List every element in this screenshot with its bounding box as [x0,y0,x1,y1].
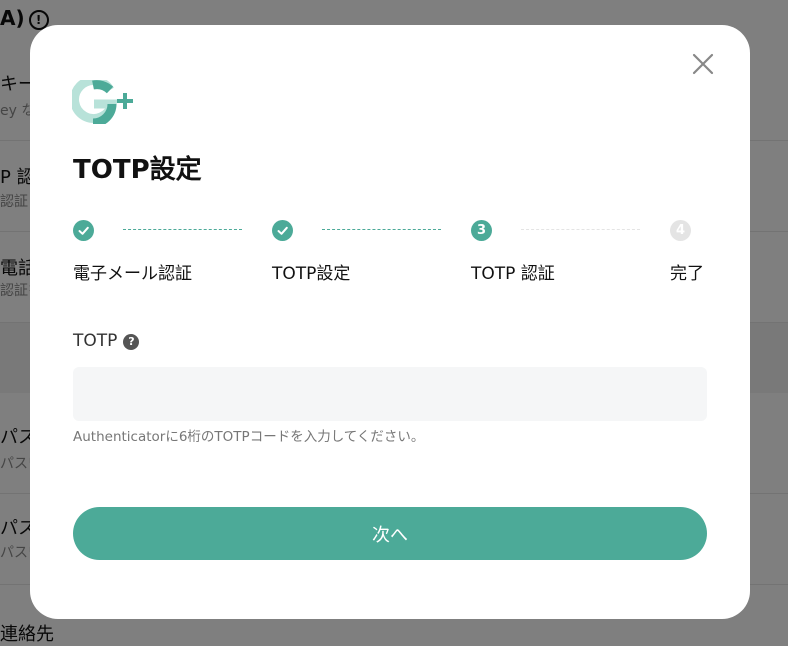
step-2-label: TOTP設定 [272,264,351,284]
step-1-circle [73,220,94,241]
close-button[interactable] [690,51,716,77]
totp-field-label: TOTP? [73,331,140,351]
step-3-label: TOTP 認証 [471,264,555,284]
close-icon [692,53,714,75]
step-1-label: 電子メール認証 [73,264,192,284]
g-plus-logo [70,76,138,128]
g-plus-logo-mark [70,76,133,128]
step-connector-done [123,229,242,230]
totp-setup-dialog: TOTP設定 3 4 電子メール認証 TOTP設定 TOTP 認証 完了 TOT… [30,25,750,619]
step-4-circle: 4 [670,220,691,241]
step-3-circle: 3 [471,220,492,241]
next-button[interactable]: 次へ [73,507,707,560]
check-icon [78,226,89,235]
step-connector-done [322,229,441,230]
totp-label-text: TOTP [73,331,118,351]
totp-hint: Authenticatorに6桁のTOTPコードを入力してください。 [73,429,425,445]
help-icon[interactable]: ? [123,334,140,350]
step-2-circle [272,220,293,241]
step-4-label: 完了 [670,264,704,284]
check-icon [277,226,288,235]
step-connector-pending [521,229,640,230]
dialog-title: TOTP設定 [73,155,202,185]
totp-input[interactable] [73,367,707,421]
